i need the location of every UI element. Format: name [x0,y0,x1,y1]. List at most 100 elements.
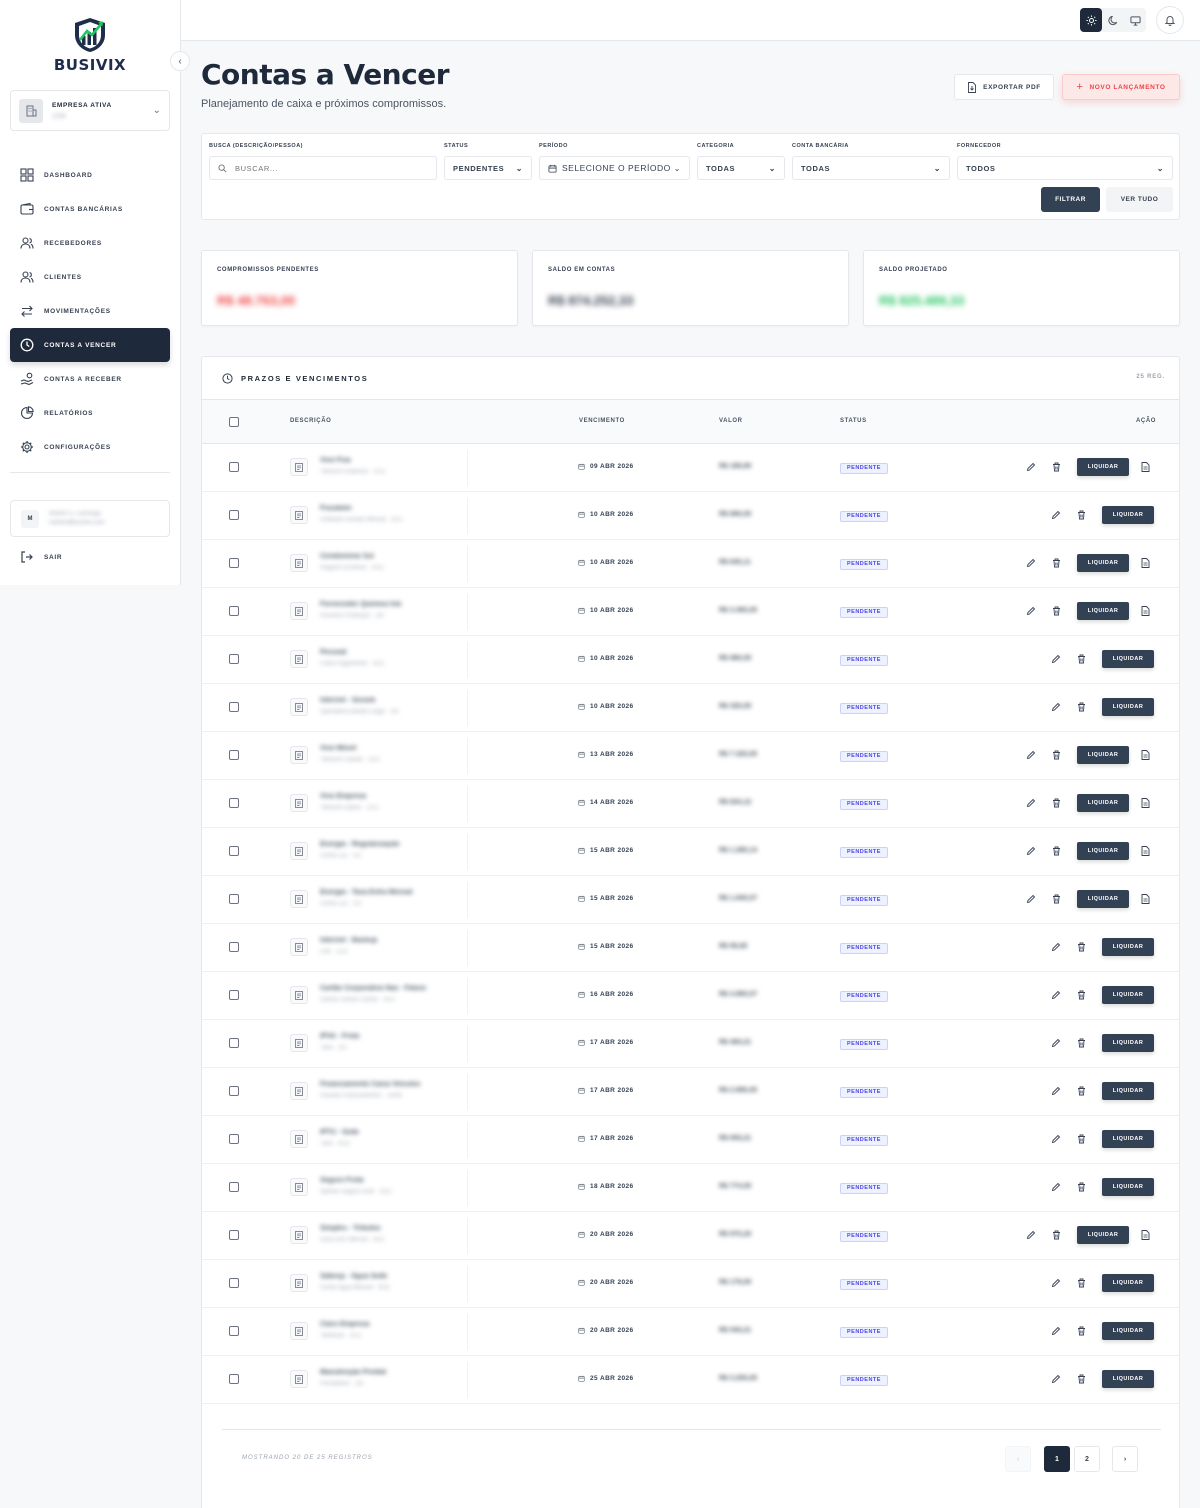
sidebar-item-relatorios[interactable]: RELATÓRIOS [10,396,170,430]
delete-button[interactable] [1072,938,1090,956]
edit-button[interactable] [1022,458,1040,476]
edit-button[interactable] [1047,1178,1065,1196]
row-checkbox[interactable] [229,846,239,856]
filter-button[interactable]: FILTRAR [1041,187,1100,212]
row-checkbox[interactable] [229,1038,239,1048]
edit-button[interactable] [1022,842,1040,860]
delete-button[interactable] [1047,794,1065,812]
new-entry-button[interactable]: + NOVO LANÇAMENTO [1062,74,1180,100]
receipt-button[interactable] [1136,890,1154,908]
edit-button[interactable] [1047,1274,1065,1292]
liquidate-button[interactable]: LIQUIDAR [1077,890,1129,908]
collapse-sidebar-button[interactable]: ‹ [170,51,190,71]
row-checkbox[interactable] [229,1134,239,1144]
liquidate-button[interactable]: LIQUIDAR [1077,458,1129,476]
delete-button[interactable] [1072,698,1090,716]
edit-button[interactable] [1022,746,1040,764]
status-select[interactable]: PENDENTES ⌄ [444,156,532,180]
edit-button[interactable] [1047,986,1065,1004]
receipt-button[interactable] [1136,794,1154,812]
receipt-button[interactable] [1136,554,1154,572]
user-profile[interactable]: M Martim S. Camargo martim@busivix.com [10,500,170,537]
view-all-button[interactable]: VER TUDO [1106,187,1173,212]
delete-button[interactable] [1072,1370,1090,1388]
row-checkbox[interactable] [229,654,239,664]
sidebar-item-contas-a-receber[interactable]: CONTAS A RECEBER [10,362,170,396]
notifications-button[interactable] [1156,6,1184,34]
liquidate-button[interactable]: LIQUIDAR [1077,602,1129,620]
liquidate-button[interactable]: LIQUIDAR [1102,1130,1154,1148]
row-checkbox[interactable] [229,1374,239,1384]
company-selector[interactable]: EMPRESA ATIVA LDA ⌄ [10,90,170,131]
row-checkbox[interactable] [229,558,239,568]
receipt-button[interactable] [1136,842,1154,860]
liquidate-button[interactable]: LIQUIDAR [1102,1178,1154,1196]
row-checkbox[interactable] [229,510,239,520]
sidebar-item-contas-bancarias[interactable]: CONTAS BANCÁRIAS [10,192,170,226]
prev-page-button[interactable]: ‹ [1005,1446,1031,1472]
liquidate-button[interactable]: LIQUIDAR [1077,794,1129,812]
edit-button[interactable] [1047,1322,1065,1340]
export-pdf-button[interactable]: EXPORTAR PDF [954,74,1054,100]
liquidate-button[interactable]: LIQUIDAR [1102,1322,1154,1340]
page-2-button[interactable]: 2 [1074,1446,1100,1472]
receipt-button[interactable] [1136,458,1154,476]
delete-button[interactable] [1047,1226,1065,1244]
liquidate-button[interactable]: LIQUIDAR [1102,938,1154,956]
row-checkbox[interactable] [229,702,239,712]
delete-button[interactable] [1047,554,1065,572]
row-checkbox[interactable] [229,606,239,616]
liquidate-button[interactable]: LIQUIDAR [1077,746,1129,764]
row-checkbox[interactable] [229,894,239,904]
liquidate-button[interactable]: LIQUIDAR [1102,1034,1154,1052]
row-checkbox[interactable] [229,462,239,472]
delete-button[interactable] [1047,602,1065,620]
dark-theme-button[interactable] [1102,8,1124,32]
edit-button[interactable] [1022,794,1040,812]
receipt-button[interactable] [1136,746,1154,764]
next-page-button[interactable]: › [1112,1446,1138,1472]
sidebar-item-recebedores[interactable]: RECEBEDORES [10,226,170,260]
sidebar-item-dashboard[interactable]: DASHBOARD [10,158,170,192]
row-checkbox[interactable] [229,1230,239,1240]
liquidate-button[interactable]: LIQUIDAR [1102,1082,1154,1100]
delete-button[interactable] [1047,842,1065,860]
delete-button[interactable] [1072,1322,1090,1340]
receipt-button[interactable] [1136,1226,1154,1244]
delete-button[interactable] [1072,1034,1090,1052]
supplier-select[interactable]: TODOS ⌄ [957,156,1173,180]
liquidate-button[interactable]: LIQUIDAR [1102,1370,1154,1388]
sidebar-item-contas-a-vencer[interactable]: CONTAS A VENCER [10,328,170,362]
edit-button[interactable] [1022,554,1040,572]
select-all-checkbox[interactable] [229,417,239,427]
edit-button[interactable] [1047,938,1065,956]
search-input[interactable] [235,163,415,173]
row-checkbox[interactable] [229,750,239,760]
row-checkbox[interactable] [229,1278,239,1288]
delete-button[interactable] [1072,1178,1090,1196]
delete-button[interactable] [1072,1274,1090,1292]
delete-button[interactable] [1072,1130,1090,1148]
liquidate-button[interactable]: LIQUIDAR [1102,650,1154,668]
liquidate-button[interactable]: LIQUIDAR [1077,554,1129,572]
sidebar-item-configuracoes[interactable]: CONFIGURAÇÕES [10,430,170,464]
row-checkbox[interactable] [229,798,239,808]
liquidate-button[interactable]: LIQUIDAR [1102,506,1154,524]
delete-button[interactable] [1072,506,1090,524]
logout-button[interactable]: SAIR [20,550,62,564]
liquidate-button[interactable]: LIQUIDAR [1102,986,1154,1004]
delete-button[interactable] [1047,746,1065,764]
edit-button[interactable] [1047,1082,1065,1100]
edit-button[interactable] [1047,650,1065,668]
edit-button[interactable] [1047,1034,1065,1052]
category-select[interactable]: TODAS ⌄ [697,156,785,180]
delete-button[interactable] [1047,458,1065,476]
edit-button[interactable] [1022,1226,1040,1244]
page-1-button[interactable]: 1 [1044,1446,1070,1472]
edit-button[interactable] [1047,1130,1065,1148]
liquidate-button[interactable]: LIQUIDAR [1102,698,1154,716]
delete-button[interactable] [1072,650,1090,668]
account-select[interactable]: TODAS ⌄ [792,156,950,180]
row-checkbox[interactable] [229,1086,239,1096]
light-theme-button[interactable] [1080,8,1102,32]
